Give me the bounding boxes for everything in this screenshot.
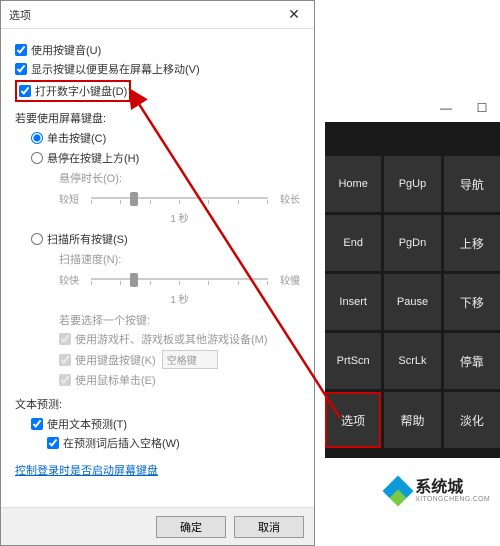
scan-radio-row: 扫描所有按键(S)	[31, 231, 300, 247]
hover-slider-row: 较短 较长	[59, 188, 300, 208]
watermark-en: XITONGCHENG.COM	[415, 496, 490, 503]
osk-window: — ☐ Home PgUp 导航 End PgDn 上移 Insert Paus…	[325, 94, 500, 458]
hover-unit: 1 秒	[59, 210, 300, 225]
numpad-label: 打开数字小键盘(D)	[35, 83, 127, 99]
watermark-logo-icon	[385, 478, 411, 504]
options-dialog: 选项 ✕ 使用按键音(U) 显示按键以便更易在屏幕上移动(V) 打开数字小键盘(…	[0, 0, 315, 546]
numpad-highlight: 打开数字小键盘(D)	[15, 80, 131, 102]
watermark: 系统城 XITONGCHENG.COM	[381, 476, 494, 506]
key-fade[interactable]: 淡化	[444, 392, 500, 448]
close-button[interactable]: ✕	[274, 1, 314, 29]
joy-label: 使用游戏杆、游戏板或其他游戏设备(M)	[75, 331, 268, 347]
numpad-row: 打开数字小键盘(D)	[15, 80, 300, 102]
predict-space-checkbox[interactable]	[47, 437, 59, 449]
kbkey-select: 空格键	[162, 350, 218, 369]
use-predict-row: 使用文本预测(T)	[31, 416, 300, 432]
key-dock[interactable]: 停靠	[444, 333, 500, 389]
click-sound-row: 使用按键音(U)	[15, 42, 300, 58]
click-radio[interactable]	[31, 132, 43, 144]
key-movedown[interactable]: 下移	[444, 274, 500, 330]
click-radio-row: 单击按键(C)	[31, 130, 300, 146]
scan-unit: 1 秒	[59, 291, 300, 306]
click-sound-checkbox[interactable]	[15, 44, 27, 56]
slider-long-label: 较长	[272, 191, 300, 206]
kbkey-label: 使用键盘按键(K)	[75, 352, 156, 368]
logon-link[interactable]: 控制登录时是否启动屏幕键盘	[15, 462, 158, 478]
scan-speed-label: 扫描速度(N):	[59, 251, 300, 267]
text-predict-title: 文本预测:	[15, 396, 300, 412]
key-prtscn[interactable]: PrtScn	[325, 333, 381, 389]
key-pgdn[interactable]: PgDn	[384, 215, 440, 271]
scan-settings: 扫描速度(N): 较快 较慢 1 秒 若要选择一个按键: 使用游戏杆、游戏板或其…	[59, 251, 300, 388]
key-home[interactable]: Home	[325, 156, 381, 212]
mouse-checkbox	[59, 374, 71, 386]
kbkey-row: 使用键盘按键(K) 空格键	[59, 350, 300, 369]
slider-short-label: 较短	[59, 191, 87, 206]
key-pause[interactable]: Pause	[384, 274, 440, 330]
slider-slow-label: 较慢	[272, 272, 300, 287]
key-pgup[interactable]: PgUp	[384, 156, 440, 212]
watermark-text: 系统城 XITONGCHENG.COM	[415, 480, 490, 503]
mouse-label: 使用鼠标单击(E)	[75, 372, 156, 388]
hover-radio-row: 悬停在按键上方(H)	[31, 150, 300, 166]
watermark-cn: 系统城	[415, 480, 490, 496]
scan-slider-row: 较快 较慢	[59, 269, 300, 289]
hover-radio-label: 悬停在按键上方(H)	[47, 150, 139, 166]
button-bar: 确定 取消	[1, 507, 314, 545]
osk-minimize-button[interactable]: —	[428, 94, 464, 122]
click-sound-label: 使用按键音(U)	[31, 42, 101, 58]
move-easier-row: 显示按键以便更易在屏幕上移动(V)	[15, 61, 300, 77]
select-key-label: 若要选择一个按键:	[59, 312, 300, 328]
kbkey-checkbox	[59, 354, 71, 366]
key-options[interactable]: 选项	[325, 392, 381, 448]
joy-checkbox	[59, 333, 71, 345]
key-scrlk[interactable]: ScrLk	[384, 333, 440, 389]
scan-radio[interactable]	[31, 233, 43, 245]
scan-radio-label: 扫描所有按键(S)	[47, 231, 128, 247]
dialog-titlebar: 选项 ✕	[1, 1, 314, 29]
numpad-checkbox[interactable]	[19, 85, 31, 97]
click-radio-label: 单击按键(C)	[47, 130, 106, 146]
use-predict-checkbox[interactable]	[31, 418, 43, 430]
hover-slider[interactable]	[91, 188, 268, 208]
key-moveup[interactable]: 上移	[444, 215, 500, 271]
dialog-title: 选项	[9, 7, 31, 23]
hover-settings: 悬停时长(O): 较短 较长 1 秒	[59, 170, 300, 225]
slider-fast-label: 较快	[59, 272, 87, 287]
key-help[interactable]: 帮助	[384, 392, 440, 448]
predict-group: 使用文本预测(T) 在预测词后插入空格(W)	[31, 416, 300, 451]
cancel-button[interactable]: 取消	[234, 516, 304, 538]
predict-space-label: 在预测词后插入空格(W)	[63, 435, 180, 451]
key-insert[interactable]: Insert	[325, 274, 381, 330]
use-predict-label: 使用文本预测(T)	[47, 416, 127, 432]
osk-keygrid: Home PgUp 导航 End PgDn 上移 Insert Pause 下移…	[325, 122, 500, 448]
ok-button[interactable]: 确定	[156, 516, 226, 538]
osk-titlebar: — ☐	[325, 94, 500, 122]
radio-group: 单击按键(C) 悬停在按键上方(H) 悬停时长(O): 较短 较长	[31, 130, 300, 388]
predict-space-row: 在预测词后插入空格(W)	[47, 435, 300, 451]
minimize-icon: —	[440, 101, 452, 115]
maximize-icon: ☐	[477, 101, 488, 115]
scan-slider[interactable]	[91, 269, 268, 289]
hover-time-label: 悬停时长(O):	[59, 170, 300, 186]
use-osk-title: 若要使用屏幕键盘:	[15, 110, 300, 126]
key-end[interactable]: End	[325, 215, 381, 271]
joy-row: 使用游戏杆、游戏板或其他游戏设备(M)	[59, 331, 300, 347]
dialog-content: 使用按键音(U) 显示按键以便更易在屏幕上移动(V) 打开数字小键盘(D) 若要…	[1, 29, 314, 488]
hover-radio[interactable]	[31, 152, 43, 164]
mouse-row: 使用鼠标单击(E)	[59, 372, 300, 388]
move-easier-checkbox[interactable]	[15, 63, 27, 75]
osk-maximize-button[interactable]: ☐	[464, 94, 500, 122]
key-nav[interactable]: 导航	[444, 156, 500, 212]
close-icon: ✕	[288, 6, 300, 23]
move-easier-label: 显示按键以便更易在屏幕上移动(V)	[31, 61, 200, 77]
